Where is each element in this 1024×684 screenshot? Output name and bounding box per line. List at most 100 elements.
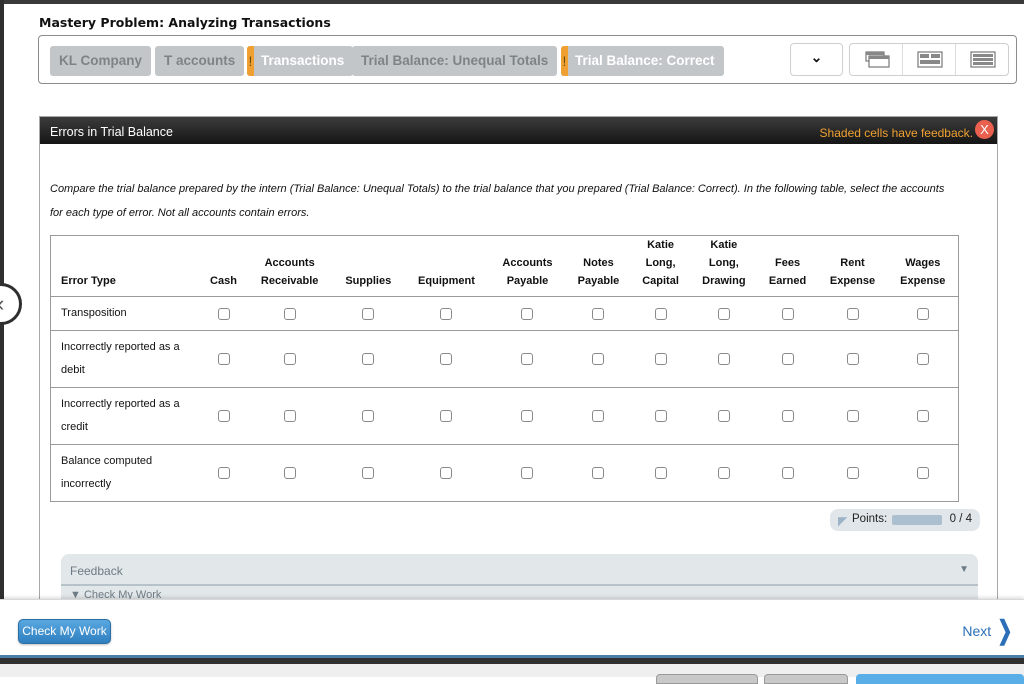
error-checkbox[interactable] xyxy=(781,353,794,366)
tab-kl-company[interactable]: KL Company xyxy=(50,46,152,76)
table-row: Incorrectly reported as a debit xyxy=(50,330,959,388)
error-checkbox[interactable] xyxy=(592,467,605,480)
table-cell xyxy=(631,387,690,445)
warning-icon: ! xyxy=(561,46,568,76)
table-row: Transposition xyxy=(50,296,959,331)
error-checkbox[interactable] xyxy=(283,410,296,423)
points-label: Points: xyxy=(852,513,888,525)
error-checkbox[interactable] xyxy=(521,467,534,480)
error-checkbox[interactable] xyxy=(283,353,296,366)
error-checkbox[interactable] xyxy=(362,410,375,423)
tab-trial-balance-correct[interactable]: ! Trial Balance: Correct xyxy=(561,46,724,76)
error-checkbox[interactable] xyxy=(846,410,859,423)
tab-transactions[interactable]: ! Transactions xyxy=(247,46,354,76)
error-checkbox[interactable] xyxy=(217,353,230,366)
column-header: Katie Long, Drawing xyxy=(690,235,758,297)
app-frame: Mastery Problem: Analyzing Transactions … xyxy=(0,0,1024,684)
error-checkbox[interactable] xyxy=(362,307,375,320)
error-checkbox[interactable] xyxy=(592,410,605,423)
column-header: Supplies xyxy=(332,235,404,297)
error-checkbox[interactable] xyxy=(916,467,929,480)
error-checkbox[interactable] xyxy=(362,467,375,480)
error-checkbox[interactable] xyxy=(592,307,605,320)
table-cell xyxy=(246,444,333,502)
table-cell xyxy=(817,296,888,331)
check-my-work-button[interactable]: Check My Work xyxy=(18,619,111,644)
table-cell xyxy=(690,296,758,331)
error-checkbox[interactable] xyxy=(217,307,230,320)
split-view-button[interactable] xyxy=(903,44,956,75)
table-cell xyxy=(246,387,333,445)
error-checkbox[interactable] xyxy=(283,307,296,320)
table-cell xyxy=(690,444,758,502)
error-checkbox[interactable] xyxy=(781,307,794,320)
error-checkbox[interactable] xyxy=(654,307,667,320)
table-cell xyxy=(403,330,490,388)
error-checkbox[interactable] xyxy=(916,307,929,320)
error-checkbox[interactable] xyxy=(592,353,605,366)
error-checkbox[interactable] xyxy=(846,307,859,320)
error-checkbox[interactable] xyxy=(717,353,730,366)
error-checkbox[interactable] xyxy=(717,410,730,423)
list-view-button[interactable] xyxy=(956,44,1009,75)
table-cell xyxy=(200,330,247,388)
close-feedback-button[interactable]: X xyxy=(975,120,994,139)
error-checkbox[interactable] xyxy=(362,353,375,366)
error-checkbox[interactable] xyxy=(717,467,730,480)
error-checkbox[interactable] xyxy=(916,353,929,366)
error-checkbox[interactable] xyxy=(781,467,794,480)
table-header-row: Error Type Cash Accounts Receivable Supplies… xyxy=(50,235,959,297)
error-checkbox[interactable] xyxy=(217,467,230,480)
points-progress-bar xyxy=(892,515,942,525)
table-row: Balance computed incorrectly xyxy=(50,444,959,502)
error-checkbox[interactable] xyxy=(440,307,453,320)
collapse-caret-icon[interactable]: ▼ xyxy=(959,564,969,575)
error-checkbox[interactable] xyxy=(521,307,534,320)
errors-panel: Errors in Trial Balance Shaded cells hav… xyxy=(39,116,998,614)
error-checkbox[interactable] xyxy=(440,410,453,423)
view-mode-group xyxy=(849,43,1009,76)
footer-tab[interactable] xyxy=(856,674,1024,684)
error-checkbox[interactable] xyxy=(654,410,667,423)
error-type-label: Balance computed incorrectly xyxy=(50,444,201,502)
error-checkbox[interactable] xyxy=(521,410,534,423)
column-header: Katie Long, Capital xyxy=(631,235,690,297)
error-checkbox[interactable] xyxy=(283,467,296,480)
error-checkbox[interactable] xyxy=(654,353,667,366)
error-checkbox[interactable] xyxy=(440,353,453,366)
error-checkbox[interactable] xyxy=(916,410,929,423)
column-header: Equipment xyxy=(403,235,490,297)
footer-tab[interactable] xyxy=(656,674,758,684)
error-checkbox[interactable] xyxy=(217,410,230,423)
error-checkbox[interactable] xyxy=(717,307,730,320)
error-checkbox[interactable] xyxy=(521,353,534,366)
error-checkbox[interactable] xyxy=(781,410,794,423)
table-cell xyxy=(403,444,490,502)
feedback-divider xyxy=(61,584,978,586)
table-cell xyxy=(489,387,566,445)
table-cell xyxy=(690,387,758,445)
error-type-label: Incorrectly reported as a credit xyxy=(50,387,201,445)
cascade-view-icon xyxy=(865,51,890,68)
table-cell xyxy=(631,330,690,388)
table-cell xyxy=(757,387,818,445)
warning-icon: ! xyxy=(247,46,254,76)
error-checkbox[interactable] xyxy=(654,467,667,480)
table-cell xyxy=(200,296,247,331)
cascade-view-button[interactable] xyxy=(850,44,903,75)
tab-t-accounts[interactable]: T accounts xyxy=(155,46,245,76)
footer-tab[interactable] xyxy=(764,674,848,684)
chevron-right-icon: ❯ xyxy=(997,615,1013,645)
tab-trial-balance-unequal-totals[interactable]: Trial Balance: Unequal Totals xyxy=(352,46,558,76)
table-cell xyxy=(631,444,690,502)
next-button[interactable]: Next ❯ xyxy=(962,617,1016,644)
table-cell xyxy=(489,330,566,388)
column-header: Rent Expense xyxy=(817,235,888,297)
error-checkbox[interactable] xyxy=(846,353,859,366)
previous-button[interactable]: ‹ xyxy=(0,283,22,325)
table-cell xyxy=(887,296,959,331)
error-checkbox[interactable] xyxy=(440,467,453,480)
tab-dropdown-button[interactable]: ⌄ xyxy=(790,43,843,76)
tab-bar: KL Company T accounts ! Transactions Tri… xyxy=(38,35,1017,84)
error-checkbox[interactable] xyxy=(846,467,859,480)
